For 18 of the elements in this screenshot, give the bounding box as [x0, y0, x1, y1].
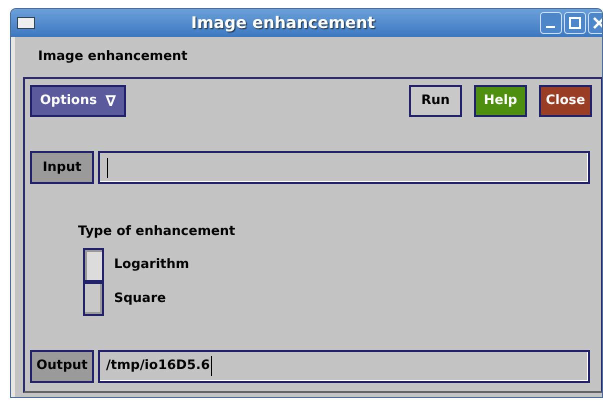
option-label: Logarithm — [114, 256, 190, 274]
radio-toggle[interactable] — [83, 248, 104, 282]
run-button[interactable]: Run — [409, 85, 462, 117]
help-button[interactable]: Help — [474, 85, 527, 117]
option-label: Square — [114, 290, 166, 308]
close-button[interactable]: Close — [539, 85, 592, 117]
output-field[interactable]: /tmp/io16D5.6 — [98, 350, 590, 382]
output-button[interactable]: Output — [30, 350, 94, 382]
radio-toggle[interactable] — [83, 282, 104, 316]
minimize-icon[interactable] — [540, 12, 562, 34]
input-button[interactable]: Input — [30, 151, 94, 184]
window-menu-icon[interactable] — [17, 17, 35, 29]
options-menu-button[interactable]: Options ∇ — [30, 85, 126, 117]
window-title: Image enhancement — [191, 12, 376, 34]
maximize-icon[interactable] — [564, 12, 586, 34]
dialog-heading: Image enhancement — [38, 48, 188, 66]
group-label: Type of enhancement — [78, 223, 236, 241]
input-field[interactable] — [98, 151, 590, 184]
